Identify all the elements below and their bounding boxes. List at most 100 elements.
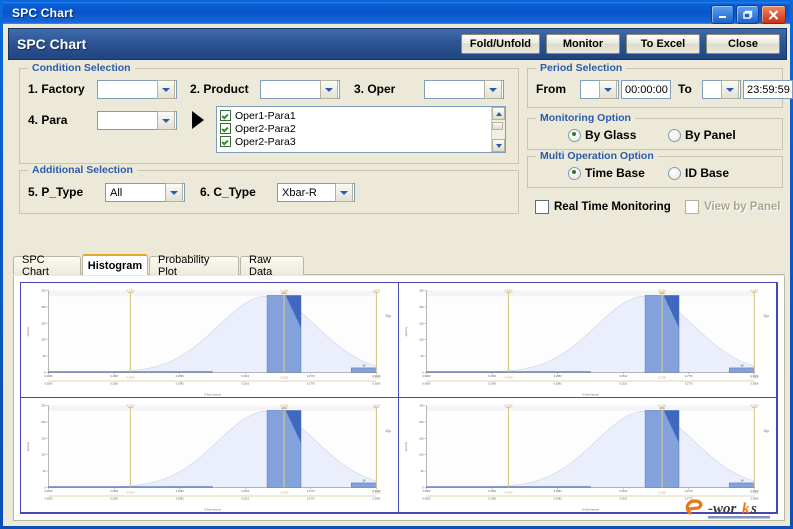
list-item[interactable]: Oper2-Para3 — [217, 135, 505, 148]
checkbox-icon[interactable] — [535, 200, 549, 214]
chevron-down-icon[interactable] — [157, 111, 175, 130]
tab-spc-chart[interactable]: SPC Chart — [13, 254, 81, 278]
tab-spc-chart-label: SPC Chart — [22, 254, 49, 278]
from-time-value: 00:00:00 — [625, 83, 668, 96]
svg-text:0.2770: 0.2770 — [307, 490, 315, 493]
svg-text:100: 100 — [41, 454, 46, 457]
svg-text:14: 14 — [740, 479, 744, 483]
from-date-select[interactable] — [580, 80, 619, 99]
to-excel-button[interactable]: To Excel — [626, 34, 700, 54]
svg-text:200: 200 — [419, 421, 424, 424]
oper-select[interactable] — [424, 80, 504, 99]
chevron-down-icon[interactable] — [335, 183, 353, 202]
svg-text:0.0750: 0.0750 — [127, 492, 135, 495]
svg-text:200: 200 — [41, 421, 46, 424]
histogram-chart-2[interactable]: 3235140.07500.07500.21550.21550.30000.30… — [398, 282, 777, 398]
client-area: SPC Chart Fold/Unfold Monitor To Excel C… — [3, 24, 793, 526]
close-button[interactable]: Close — [706, 34, 780, 54]
radio-icon[interactable] — [668, 128, 681, 142]
window-title: SPC Chart — [12, 6, 74, 20]
radio-id-base-label: ID Base — [685, 166, 730, 180]
svg-text:0.3000: 0.3000 — [372, 383, 380, 386]
svg-text:100: 100 — [419, 339, 424, 342]
tab-histogram[interactable]: Histogram — [82, 254, 148, 275]
svg-text:150: 150 — [41, 437, 46, 440]
svg-text:0.2155: 0.2155 — [658, 290, 666, 293]
real-time-monitoring-checkbox[interactable]: Real Time Monitoring — [535, 200, 671, 214]
fold-unfold-button[interactable]: Fold/Unfold — [460, 34, 540, 54]
to-date-select[interactable] — [702, 80, 741, 99]
to-time-field[interactable]: 23:59:59 — [743, 80, 793, 99]
restore-icon[interactable] — [736, 5, 759, 24]
svg-text:0.2310: 0.2310 — [619, 490, 627, 493]
svg-text:100: 100 — [419, 454, 424, 457]
svg-text:0.2770: 0.2770 — [685, 383, 693, 386]
svg-text:0.2155: 0.2155 — [280, 377, 288, 380]
svg-text:0.0750: 0.0750 — [127, 405, 135, 408]
radio-time-base[interactable]: Time Base — [568, 166, 645, 180]
p-type-select[interactable]: All — [105, 183, 185, 202]
radio-id-base[interactable]: ID Base — [668, 166, 729, 180]
tab-raw-data[interactable]: Raw Data — [240, 254, 304, 278]
chevron-down-icon[interactable] — [157, 80, 175, 99]
svg-text:Quantity: Quantity — [26, 441, 30, 451]
svg-text:0.3000: 0.3000 — [372, 290, 380, 293]
product-select[interactable] — [260, 80, 340, 99]
radio-icon[interactable] — [568, 166, 581, 180]
svg-text:0.1500: 0.1500 — [488, 490, 496, 493]
checkbox-icon[interactable] — [220, 136, 231, 147]
factory-select[interactable] — [97, 80, 177, 99]
chevron-down-icon[interactable] — [599, 80, 617, 99]
window-titlebar: SPC Chart — [3, 2, 790, 24]
listbox-scrollbar[interactable] — [491, 107, 505, 152]
chevron-down-icon[interactable] — [484, 80, 502, 99]
svg-text:14: 14 — [362, 364, 366, 368]
close-icon[interactable] — [761, 5, 786, 24]
svg-text:0.1500: 0.1500 — [110, 375, 118, 378]
radio-icon[interactable] — [668, 166, 681, 180]
svg-text:0.2310: 0.2310 — [619, 383, 627, 386]
monitor-button[interactable]: Monitor — [546, 34, 620, 54]
radio-time-base-label: Time Base — [585, 166, 645, 180]
histogram-chart-1[interactable]: 3235140.07500.07500.21550.21550.30000.30… — [20, 282, 399, 398]
svg-text:0.2155: 0.2155 — [658, 377, 666, 380]
svg-text:0.1883: 0.1883 — [176, 375, 184, 378]
chevron-down-icon[interactable] — [320, 80, 338, 99]
svg-text:0.3000: 0.3000 — [750, 383, 758, 386]
checkbox-icon[interactable] — [220, 123, 231, 134]
svg-text:0.2155: 0.2155 — [280, 405, 288, 408]
chevron-down-icon[interactable] — [721, 80, 739, 99]
scroll-up-icon[interactable] — [492, 107, 505, 120]
chart-panel: 3235140.07500.07500.21550.21550.30000.30… — [13, 276, 785, 521]
tab-bar: SPC Chart Histogram Probability Plot Raw… — [13, 254, 785, 278]
chevron-down-icon[interactable] — [165, 183, 183, 202]
from-time-field[interactable]: 00:00:00 — [621, 80, 671, 99]
svg-text:0.2770: 0.2770 — [307, 375, 315, 378]
tab-probability-plot[interactable]: Probability Plot — [149, 254, 239, 278]
c-type-select[interactable]: Xbar-R — [277, 183, 355, 202]
radio-by-panel[interactable]: By Panel — [668, 128, 736, 142]
radio-by-glass[interactable]: By Glass — [568, 128, 636, 142]
scrollbar-thumb[interactable] — [492, 122, 503, 130]
minimize-icon[interactable] — [711, 5, 734, 24]
list-item[interactable]: Oper1-Para1 — [217, 109, 505, 122]
checkbox-icon[interactable] — [220, 110, 231, 121]
svg-text:0.2770: 0.2770 — [685, 375, 693, 378]
svg-text:0.0750: 0.0750 — [127, 290, 135, 293]
svg-text:100: 100 — [41, 339, 46, 342]
para-select[interactable] — [97, 111, 177, 130]
radio-icon[interactable] — [568, 128, 581, 142]
list-item[interactable]: Oper2-Para2 — [217, 122, 505, 135]
svg-text:0.2310: 0.2310 — [241, 375, 249, 378]
svg-text:0.2155: 0.2155 — [280, 492, 288, 495]
parameter-listbox[interactable]: Oper1-Para1 Oper2-Para2 Oper2-Para3 — [216, 106, 506, 153]
period-from-label: From — [536, 82, 566, 96]
svg-text:0.3000: 0.3000 — [372, 405, 380, 408]
svg-text:50: 50 — [421, 470, 424, 473]
svg-text:250: 250 — [41, 290, 46, 293]
histogram-chart-3[interactable]: 3235140.07500.07500.21550.21550.30000.30… — [20, 397, 399, 513]
scroll-down-icon[interactable] — [492, 139, 505, 152]
histogram-grid: 3235140.07500.07500.21550.21550.30000.30… — [20, 282, 778, 514]
svg-text:0.3000: 0.3000 — [372, 498, 380, 501]
svg-text:150: 150 — [419, 437, 424, 440]
